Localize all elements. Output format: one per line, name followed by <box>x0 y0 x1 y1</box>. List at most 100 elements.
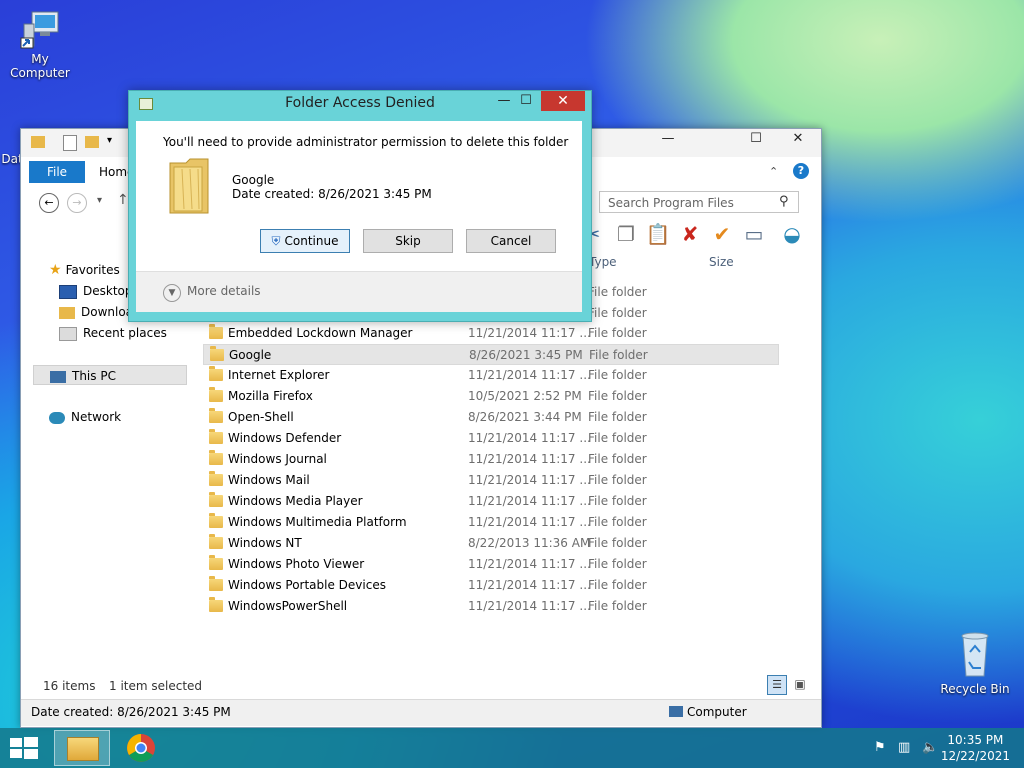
more-details-button[interactable]: ▼ More details <box>163 284 261 302</box>
table-row[interactable]: WindowsPowerShell 11/21/2014 11:17 ... Fil… <box>203 596 779 617</box>
file-date: 11/21/2014 11:17 ... <box>468 494 591 508</box>
details-bar: Date created: 8/26/2021 3:45 PM Computer <box>21 699 821 726</box>
delete-icon[interactable]: ✘ <box>677 221 703 247</box>
file-date: 11/21/2014 11:17 ... <box>468 431 591 445</box>
file-name: Windows NT <box>228 536 302 550</box>
file-name: WindowsPowerShell <box>228 599 348 613</box>
dialog-footer: ▼ More details <box>136 271 582 312</box>
folder-icon <box>209 324 223 339</box>
large-icons-view-icon[interactable]: ▣ <box>791 675 809 693</box>
search-input[interactable]: Search Program Files <box>599 191 799 213</box>
file-type: File folder <box>588 410 647 424</box>
file-type: File folder <box>588 557 647 571</box>
desktop-icon-my-computer[interactable]: My Computer <box>0 10 80 80</box>
rename-icon[interactable]: ▭ <box>741 221 767 247</box>
quick-access-folder-icon[interactable] <box>31 136 45 148</box>
back-button[interactable]: ← <box>39 193 59 213</box>
checkmark-icon[interactable]: ✔ <box>709 221 735 247</box>
taskbar-file-explorer-button[interactable] <box>54 730 110 766</box>
file-date: 8/26/2021 3:45 PM <box>469 348 583 362</box>
table-row[interactable]: Open-Shell 8/26/2021 3:44 PM File folder <box>203 407 779 428</box>
help-icon[interactable]: ? <box>793 163 809 179</box>
selection-count: 1 item selected <box>109 679 203 693</box>
sidebar-item-label: Recent places <box>83 326 167 340</box>
table-row[interactable]: Windows Media Player 11/21/2014 11:17 ...… <box>203 491 779 512</box>
file-type: File folder <box>588 389 647 403</box>
table-row[interactable]: Internet Explorer 11/21/2014 11:17 ... Fil… <box>203 365 779 386</box>
table-row[interactable]: Mozilla Firefox 10/5/2021 2:52 PM File fol… <box>203 386 779 407</box>
dialog-close-button[interactable]: ✕ <box>541 91 585 111</box>
sidebar-item-desktop[interactable]: Desktop <box>59 281 133 301</box>
desktop-icon-recycle-bin[interactable]: Recycle Bin <box>935 630 1015 696</box>
sidebar-item-downloads[interactable]: Downloa <box>59 302 133 322</box>
table-row[interactable]: Windows Portable Devices 11/21/2014 11:17… <box>203 575 779 596</box>
file-name: Windows Media Player <box>228 494 363 508</box>
up-button[interactable]: ↑ <box>117 192 129 208</box>
details-view-icon[interactable]: ☰ <box>767 675 787 695</box>
hidden-row-type: File folder <box>588 285 647 299</box>
network-icon <box>49 411 65 424</box>
file-name: Internet Explorer <box>228 368 330 382</box>
file-date: 11/21/2014 11:17 ... <box>468 326 591 340</box>
table-row[interactable]: Windows Journal 11/21/2014 11:17 ... File … <box>203 449 779 470</box>
table-row[interactable]: Windows Multimedia Platform 11/21/2014 11… <box>203 512 779 533</box>
clock-time: 10:35 PM <box>947 733 1004 747</box>
file-date: 11/21/2014 11:17 ... <box>468 557 591 571</box>
properties-icon[interactable] <box>63 135 77 151</box>
clock[interactable]: 10:35 PM 12/22/2021 <box>941 732 1010 764</box>
minimize-button[interactable]: — <box>645 129 691 149</box>
dialog-body: You'll need to provide administrator per… <box>136 121 582 312</box>
paste-icon[interactable]: 📋 <box>645 221 671 247</box>
table-row[interactable]: Windows Photo Viewer 11/21/2014 11:17 ...… <box>203 554 779 575</box>
table-row[interactable]: Windows Mail 11/21/2014 11:17 ... File fol… <box>203 470 779 491</box>
folder-icon <box>209 450 223 465</box>
action-center-flag-icon[interactable]: ⚑ <box>874 740 886 755</box>
location-text: Computer <box>687 705 747 719</box>
customize-quick-access-icon[interactable]: ▾ <box>107 135 112 146</box>
file-type: File folder <box>589 348 648 362</box>
file-name: Windows Defender <box>228 431 342 445</box>
sidebar-item-favorites[interactable]: ★ Favorites <box>49 260 120 280</box>
forward-button[interactable]: → <box>67 193 87 213</box>
folder-icon <box>209 555 223 570</box>
table-row[interactable]: Windows Defender 11/21/2014 11:17 ... File… <box>203 428 779 449</box>
sidebar-item-label: Downloa <box>81 305 134 319</box>
ribbon-collapse-icon[interactable]: ⌃ <box>769 165 778 178</box>
folder-icon <box>209 471 223 486</box>
tab-file[interactable]: File <box>29 161 85 183</box>
table-row[interactable]: Google 8/26/2021 3:45 PM File folder <box>203 344 779 365</box>
file-date: 11/21/2014 11:17 ... <box>468 452 591 466</box>
file-date: 10/5/2021 2:52 PM <box>468 389 582 403</box>
column-header-type[interactable]: Type <box>589 255 617 275</box>
folder-icon <box>210 346 224 361</box>
sidebar-item-label: This PC <box>72 369 116 383</box>
taskbar-chrome-button[interactable] <box>126 733 156 763</box>
maximize-button[interactable]: ☐ <box>733 129 779 149</box>
sidebar-item-network[interactable]: Network <box>49 407 121 427</box>
file-type: File folder <box>588 578 647 592</box>
network-icon[interactable]: ▥ <box>898 740 910 755</box>
table-row[interactable]: Windows NT 8/22/2013 11:36 AM File folder <box>203 533 779 554</box>
volume-muted-icon[interactable]: 🔈 <box>922 740 938 755</box>
file-date: 11/21/2014 11:17 ... <box>468 368 591 382</box>
shell-icon[interactable]: ◒ <box>779 221 805 247</box>
column-header-size[interactable]: Size <box>709 255 734 275</box>
file-name: Google <box>229 348 272 362</box>
cancel-button[interactable]: Cancel <box>466 229 556 253</box>
folder-icon <box>168 155 212 217</box>
continue-button[interactable]: ⛨ Continue <box>260 229 350 253</box>
close-button[interactable]: ✕ <box>775 129 821 149</box>
table-row[interactable]: Embedded Lockdown Manager 11/21/2014 11:1… <box>203 323 779 344</box>
windows-logo-icon <box>10 737 38 759</box>
folder-icon <box>209 534 223 549</box>
star-icon: ★ <box>49 262 62 278</box>
skip-button[interactable]: Skip <box>363 229 453 253</box>
sidebar-item-this-pc[interactable]: This PC <box>33 365 187 385</box>
recent-locations-icon[interactable]: ▾ <box>97 195 102 206</box>
sidebar-item-recent-places[interactable]: Recent places <box>59 323 167 343</box>
copy-icon[interactable]: ❐ <box>613 221 639 247</box>
new-folder-icon[interactable] <box>85 136 99 148</box>
start-button[interactable] <box>8 736 40 760</box>
status-bar: 16 items 1 item selected ☰ ▣ <box>21 675 821 695</box>
clock-date: 12/22/2021 <box>940 749 1010 763</box>
